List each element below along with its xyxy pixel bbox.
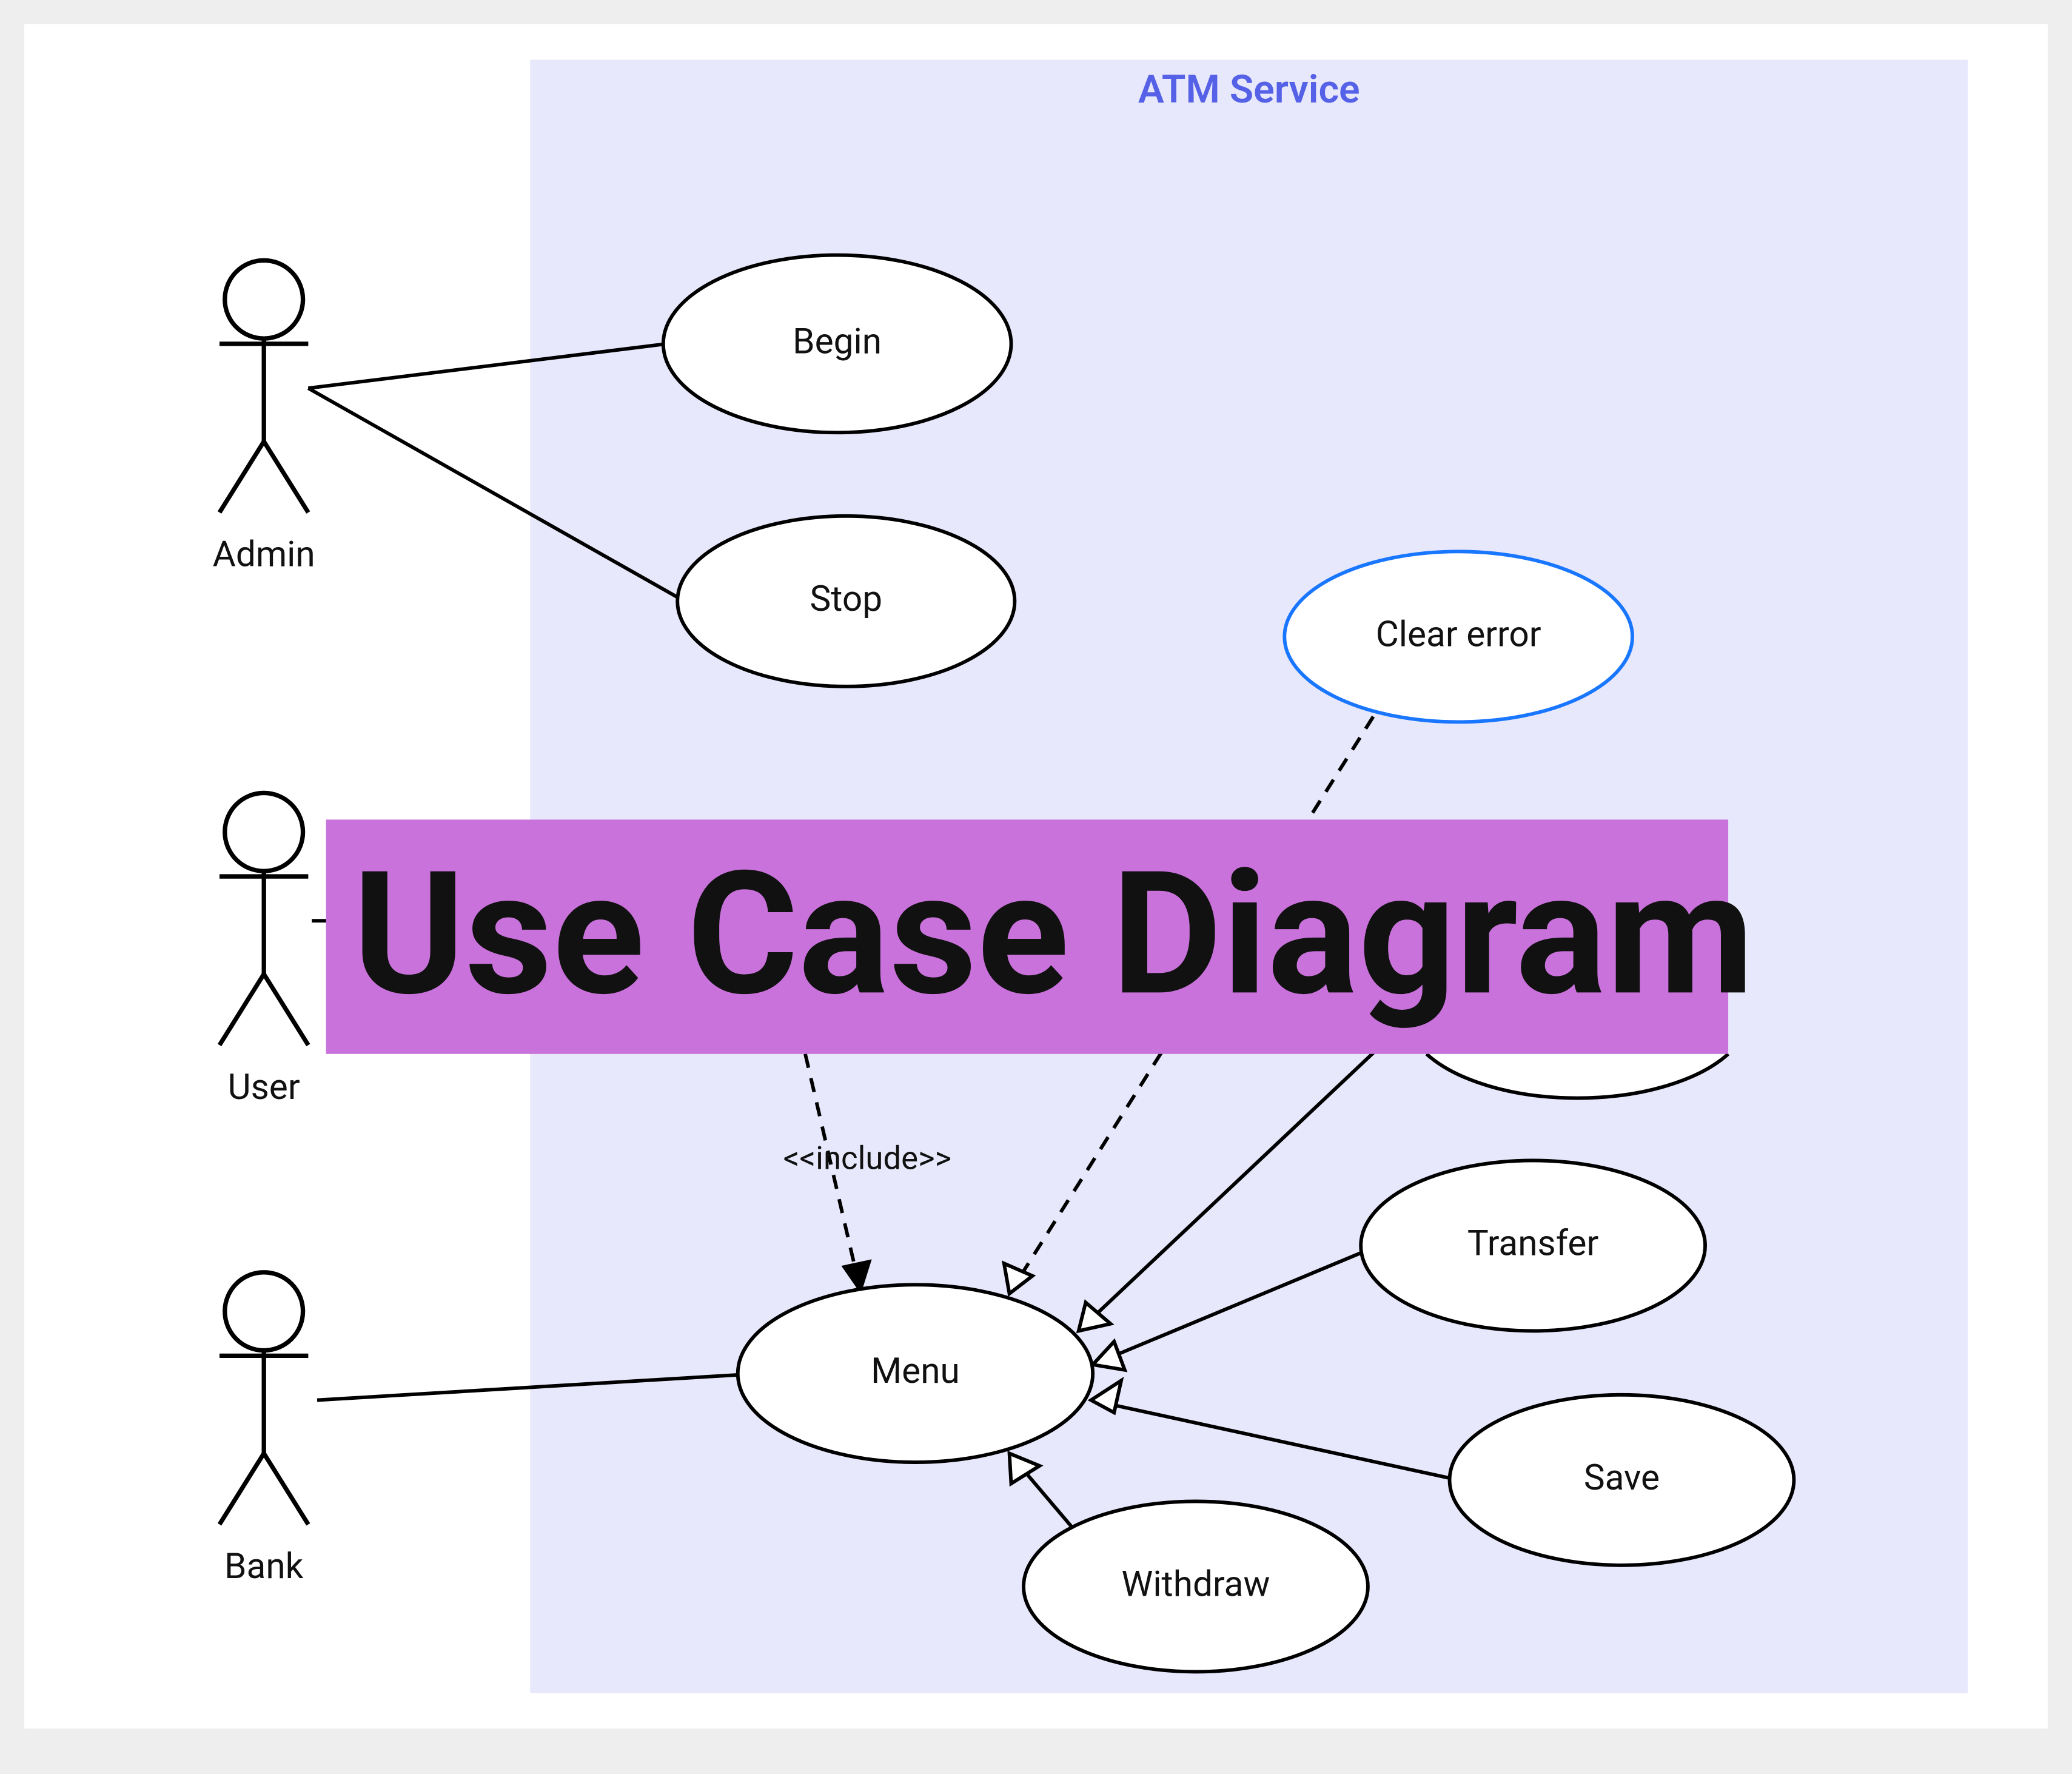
page-background: ATM Service <<include>> Menu (open arrow… — [0, 0, 2072, 1774]
usecase-withdraw-label: Withdraw — [1121, 1564, 1270, 1605]
diagram-canvas: ATM Service <<include>> Menu (open arrow… — [24, 24, 2048, 1729]
stick-figure-icon — [225, 1272, 303, 1351]
usecase-begin: Begin — [663, 255, 1011, 433]
actor-admin-label: Admin — [213, 534, 315, 576]
usecase-save-label: Save — [1584, 1457, 1660, 1499]
usecase-menu: Menu — [738, 1285, 1093, 1462]
system-title: ATM Service — [1138, 66, 1360, 112]
usecase-stop: Stop — [677, 516, 1014, 687]
stick-figure-icon — [225, 793, 303, 871]
usecase-transfer-label: Transfer — [1467, 1223, 1598, 1264]
usecase-clear-error-label: Clear error — [1376, 614, 1541, 655]
actor-user-label: User — [228, 1067, 300, 1108]
include-label: <<include>> — [783, 1139, 952, 1177]
usecase-stop-label: Stop — [810, 579, 883, 620]
usecase-menu-label: Menu — [871, 1351, 960, 1392]
actor-bank-label: Bank — [224, 1546, 304, 1587]
use-case-diagram-svg: ATM Service <<include>> Menu (open arrow… — [24, 24, 2048, 1729]
title-banner-text: Use Case Diagram — [353, 834, 1754, 1034]
actor-bank: Bank — [220, 1272, 308, 1587]
stick-figure-icon — [225, 260, 303, 338]
usecase-begin-label: Begin — [793, 321, 882, 362]
actor-admin: Admin — [213, 260, 315, 575]
usecase-clear-error: Clear error — [1284, 551, 1632, 722]
actor-user: User — [220, 793, 308, 1107]
usecase-save: Save — [1450, 1395, 1794, 1565]
usecase-transfer: Transfer — [1361, 1160, 1705, 1331]
usecase-withdraw: Withdraw — [1024, 1501, 1368, 1672]
